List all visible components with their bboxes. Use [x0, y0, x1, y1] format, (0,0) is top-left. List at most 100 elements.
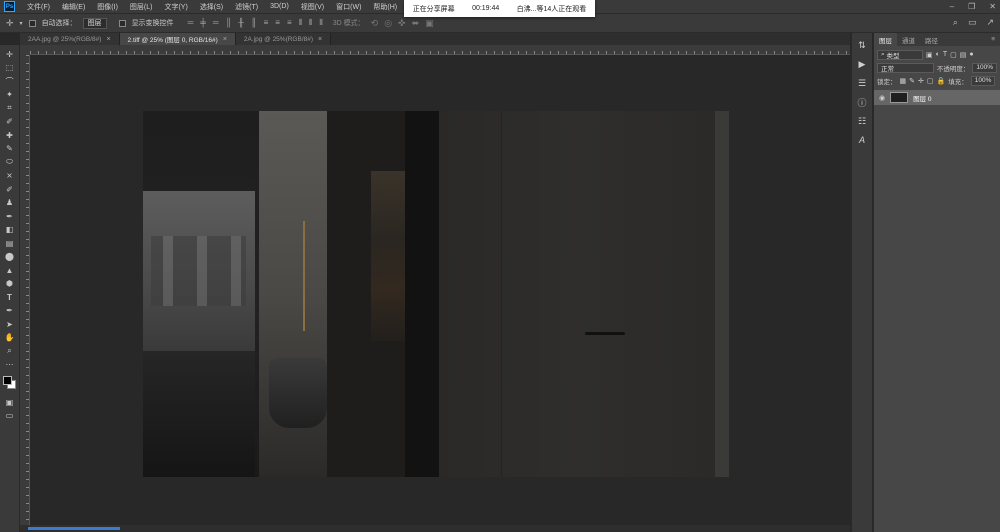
- align-top-icon[interactable]: ═: [188, 18, 194, 28]
- close-icon[interactable]: ×: [318, 36, 322, 43]
- tool-preset-chevron-icon[interactable]: ▾: [20, 20, 23, 27]
- distribute-bottom-icon[interactable]: ≡: [287, 18, 292, 28]
- menu-image[interactable]: 图像(I): [91, 2, 124, 12]
- eraser-icon[interactable]: ✐: [3, 183, 17, 196]
- properties-icon[interactable]: ☷: [856, 115, 869, 127]
- history-icon[interactable]: ⇅: [856, 39, 869, 51]
- filter-toggle-icon[interactable]: ●: [969, 51, 973, 58]
- distribute-top-icon[interactable]: ≡: [264, 18, 269, 28]
- color-swatches[interactable]: [2, 375, 18, 391]
- smudge-icon[interactable]: ⬢: [3, 278, 17, 291]
- horizontal-scrollbar[interactable]: [20, 525, 850, 532]
- doc-tab-2aa[interactable]: 2AA.jpg @ 25%(RGB/8#) ×: [20, 33, 120, 45]
- menu-select[interactable]: 选择(S): [194, 2, 229, 12]
- 3d-orbit-icon[interactable]: ⟲: [371, 18, 379, 29]
- 3d-pan-icon[interactable]: ✜: [398, 18, 406, 29]
- lock-position-icon[interactable]: ✛: [918, 77, 924, 85]
- menu-3d[interactable]: 3D(D): [264, 3, 295, 10]
- vertical-ruler[interactable]: [20, 55, 30, 525]
- align-hcenter-icon[interactable]: ╫: [238, 18, 244, 28]
- align-vcenter-icon[interactable]: ╪: [200, 18, 206, 28]
- pen-icon[interactable]: ✒: [3, 305, 17, 318]
- magic-wand-icon[interactable]: ✦: [3, 89, 17, 102]
- opacity-field[interactable]: 100%: [972, 62, 997, 73]
- filter-kind-dropdown[interactable]: ⌕ 类型: [877, 49, 923, 60]
- align-left-icon[interactable]: ║: [226, 18, 232, 28]
- menu-layer[interactable]: 图层(L): [124, 2, 159, 12]
- search-icon[interactable]: ⌕: [953, 17, 958, 28]
- layer-name[interactable]: 图层 0: [913, 93, 931, 103]
- zoom-icon[interactable]: ⌕: [3, 345, 17, 358]
- share-icon[interactable]: ↗: [986, 17, 994, 28]
- auto-select-checkbox[interactable]: [28, 19, 36, 27]
- close-icon[interactable]: ✕: [989, 2, 996, 11]
- history-brush-icon[interactable]: ⨯: [3, 170, 17, 183]
- info-icon[interactable]: ⓘ: [856, 96, 869, 108]
- lock-pixels-icon[interactable]: ✎: [909, 77, 915, 85]
- doc-tab-2a[interactable]: 2A.jpg @ 25%(RGB/8#) ×: [235, 33, 332, 45]
- lasso-icon[interactable]: ⌒: [3, 75, 17, 88]
- move-tool-icon[interactable]: ✛: [6, 18, 14, 29]
- eyedropper-icon[interactable]: ✐: [3, 116, 17, 129]
- layer-item[interactable]: ◉ 图层 0: [874, 90, 1000, 105]
- document-image[interactable]: [143, 111, 729, 477]
- distribute-right-icon[interactable]: ⫴: [319, 18, 322, 28]
- screen-mode-icon[interactable]: ▭: [3, 410, 17, 423]
- menu-type[interactable]: 文字(Y): [158, 2, 193, 12]
- menu-file[interactable]: 文件(F): [21, 2, 56, 12]
- crop-icon[interactable]: ⌗: [3, 102, 17, 115]
- menu-window[interactable]: 窗口(W): [330, 2, 367, 12]
- blend-mode-dropdown[interactable]: 正常: [877, 62, 934, 73]
- move-icon[interactable]: ✛: [3, 48, 17, 61]
- share-viewers[interactable]: 白沸...等14人正在观看: [517, 4, 587, 14]
- menu-view[interactable]: 视图(V): [295, 2, 330, 12]
- scrollbar-thumb[interactable]: [28, 527, 120, 530]
- dodge-icon[interactable]: ▲: [3, 264, 17, 277]
- foreground-color-swatch[interactable]: [2, 376, 12, 385]
- hand-icon[interactable]: ✋: [3, 332, 17, 345]
- tab-layers[interactable]: 图层: [874, 33, 897, 46]
- align-bottom-icon[interactable]: ═: [213, 18, 219, 28]
- marquee-icon[interactable]: ⬚: [3, 62, 17, 75]
- glyphs-icon[interactable]: A: [856, 134, 869, 146]
- menu-filter[interactable]: 滤镜(T): [229, 2, 264, 12]
- close-icon[interactable]: ×: [106, 36, 110, 43]
- auto-select-dropdown[interactable]: 图层: [82, 17, 107, 29]
- adjustments-icon[interactable]: ☰: [856, 77, 869, 89]
- distribute-left-icon[interactable]: ⫴: [299, 18, 302, 28]
- horizontal-ruler[interactable]: [30, 45, 850, 55]
- show-transform-checkbox[interactable]: [118, 19, 126, 27]
- lock-all-icon[interactable]: 🔒: [937, 77, 946, 85]
- more-tools-icon[interactable]: ⋯: [3, 359, 17, 372]
- close-icon[interactable]: ×: [223, 36, 227, 43]
- doc-tab-2-tiff[interactable]: 2.tiff @ 25% (图层 0, RGB/16#) ×: [119, 33, 236, 45]
- filter-type-icon[interactable]: T: [943, 51, 947, 58]
- blur-icon[interactable]: ⬤: [3, 251, 17, 264]
- bg-eraser-icon[interactable]: ◧: [3, 224, 17, 237]
- gradient-icon[interactable]: ▤: [3, 237, 17, 250]
- restore-icon[interactable]: ❐: [968, 2, 975, 11]
- clone-stamp-icon[interactable]: ♟: [3, 197, 17, 210]
- quick-mask-icon[interactable]: ▣: [3, 396, 17, 409]
- filter-adjustment-icon[interactable]: ◐: [936, 51, 940, 58]
- align-right-icon[interactable]: ║: [251, 18, 257, 28]
- menu-edit[interactable]: 编辑(E): [56, 2, 91, 12]
- distribute-hcenter-icon[interactable]: ⫴: [309, 18, 312, 28]
- pattern-stamp-icon[interactable]: ✒: [3, 210, 17, 223]
- distribute-vcenter-icon[interactable]: ≡: [275, 18, 280, 28]
- menu-help[interactable]: 帮助(H): [367, 2, 403, 12]
- minimize-icon[interactable]: –: [950, 2, 954, 11]
- filter-pixel-icon[interactable]: ▣: [926, 51, 933, 59]
- 3d-roll-icon[interactable]: ◎: [384, 18, 392, 29]
- actions-icon[interactable]: ▶: [856, 58, 869, 70]
- tab-channels[interactable]: 通道: [897, 33, 920, 46]
- tab-paths[interactable]: 路径: [920, 33, 943, 46]
- brush-icon[interactable]: ✎: [3, 143, 17, 156]
- filter-smart-icon[interactable]: ▤: [960, 51, 967, 59]
- type-icon[interactable]: T: [3, 291, 17, 304]
- 3d-slide-icon[interactable]: ⬌: [412, 18, 420, 29]
- lock-artboard-icon[interactable]: ▢: [927, 77, 934, 85]
- workspace-icon[interactable]: ▭: [968, 17, 977, 28]
- lock-transparency-icon[interactable]: ▦: [900, 77, 907, 85]
- eye-icon[interactable]: ◉: [879, 94, 885, 102]
